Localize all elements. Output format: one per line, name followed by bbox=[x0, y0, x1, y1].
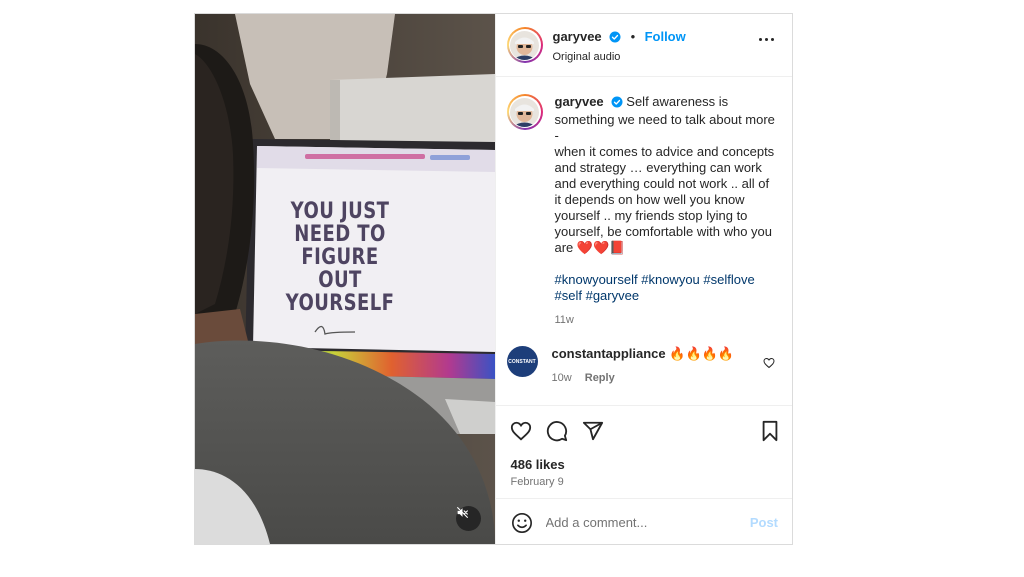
bookmark-icon[interactable] bbox=[759, 420, 781, 447]
verified-badge-icon bbox=[609, 30, 621, 48]
comment-bubble-icon[interactable] bbox=[546, 420, 568, 447]
add-comment-bar: Post bbox=[495, 498, 792, 546]
hashtag-link[interactable]: #knowyourself bbox=[555, 272, 638, 287]
author-username[interactable]: garyvee bbox=[553, 29, 602, 44]
post-date[interactable]: February 9 bbox=[511, 476, 564, 488]
comment-like-heart-icon[interactable] bbox=[762, 356, 775, 374]
speaker-muted-icon bbox=[457, 507, 468, 518]
more-options-icon[interactable] bbox=[759, 38, 774, 41]
likes-count[interactable]: 486 likes bbox=[511, 457, 565, 472]
comment-text: 🔥🔥🔥🔥 bbox=[669, 346, 735, 361]
quote-line: YOURSELF bbox=[285, 291, 395, 316]
caption: garyvee Self awareness is something we n… bbox=[506, 94, 779, 328]
paper-plane-icon[interactable] bbox=[582, 420, 604, 447]
audio-label[interactable]: Original audio bbox=[553, 51, 686, 63]
commenter-avatar[interactable]: CONSTANT bbox=[506, 346, 538, 377]
hashtag-link[interactable]: #self bbox=[555, 288, 582, 303]
quote-line: NEED TO bbox=[294, 222, 386, 247]
comment-timestamp[interactable]: 10w bbox=[552, 372, 572, 384]
post-comment-button[interactable]: Post bbox=[750, 515, 778, 530]
smiley-icon[interactable] bbox=[511, 512, 533, 539]
caption-timestamp[interactable]: 11w bbox=[555, 312, 779, 328]
quote-line: OUT bbox=[318, 268, 362, 293]
avatar-illustration bbox=[510, 97, 539, 127]
post-video[interactable]: YOU JUST NEED TO FIGURE OUT YOURSELF bbox=[195, 14, 495, 544]
hashtag-link[interactable]: #selflove bbox=[703, 272, 754, 287]
instagram-post: YOU JUST NEED TO FIGURE OUT YOURSELF gar… bbox=[194, 13, 793, 545]
hashtag-link[interactable]: #garyvee bbox=[586, 288, 639, 303]
screen-quote-text: YOU JUST NEED TO FIGURE OUT YOURSELF bbox=[270, 200, 409, 315]
add-comment-input[interactable] bbox=[545, 511, 736, 533]
verified-badge-icon bbox=[611, 96, 623, 112]
post-header: garyvee • Follow Original audio bbox=[495, 14, 792, 77]
reply-button[interactable]: Reply bbox=[585, 372, 615, 384]
quote-line: FIGURE bbox=[301, 245, 379, 270]
comments-list[interactable]: garyvee Self awareness is something we n… bbox=[496, 77, 793, 405]
commenter-username[interactable]: constantappliance bbox=[552, 346, 666, 361]
heart-icon[interactable] bbox=[510, 420, 532, 447]
hashtag-link[interactable]: #knowyou bbox=[641, 272, 700, 287]
caption-username[interactable]: garyvee bbox=[555, 94, 604, 109]
caption-text: Self awareness is something we need to t… bbox=[554, 94, 775, 255]
action-bar: 486 likes February 9 bbox=[495, 405, 792, 498]
quote-line: YOU JUST bbox=[290, 199, 390, 224]
follow-button[interactable]: Follow bbox=[645, 29, 686, 44]
author-avatar[interactable] bbox=[506, 27, 543, 63]
separator-dot: • bbox=[630, 28, 636, 44]
avatar-illustration bbox=[510, 30, 539, 60]
caption-author-avatar[interactable] bbox=[506, 94, 543, 130]
mute-button[interactable] bbox=[456, 506, 481, 531]
caption-hashtags: #knowyourself #knowyou #selflove #self #… bbox=[555, 272, 779, 304]
post-side-panel: garyvee • Follow Original audio garyvee … bbox=[494, 14, 793, 546]
comment-item: CONSTANT constantappliance 🔥🔥🔥🔥 10w Repl… bbox=[506, 346, 783, 384]
